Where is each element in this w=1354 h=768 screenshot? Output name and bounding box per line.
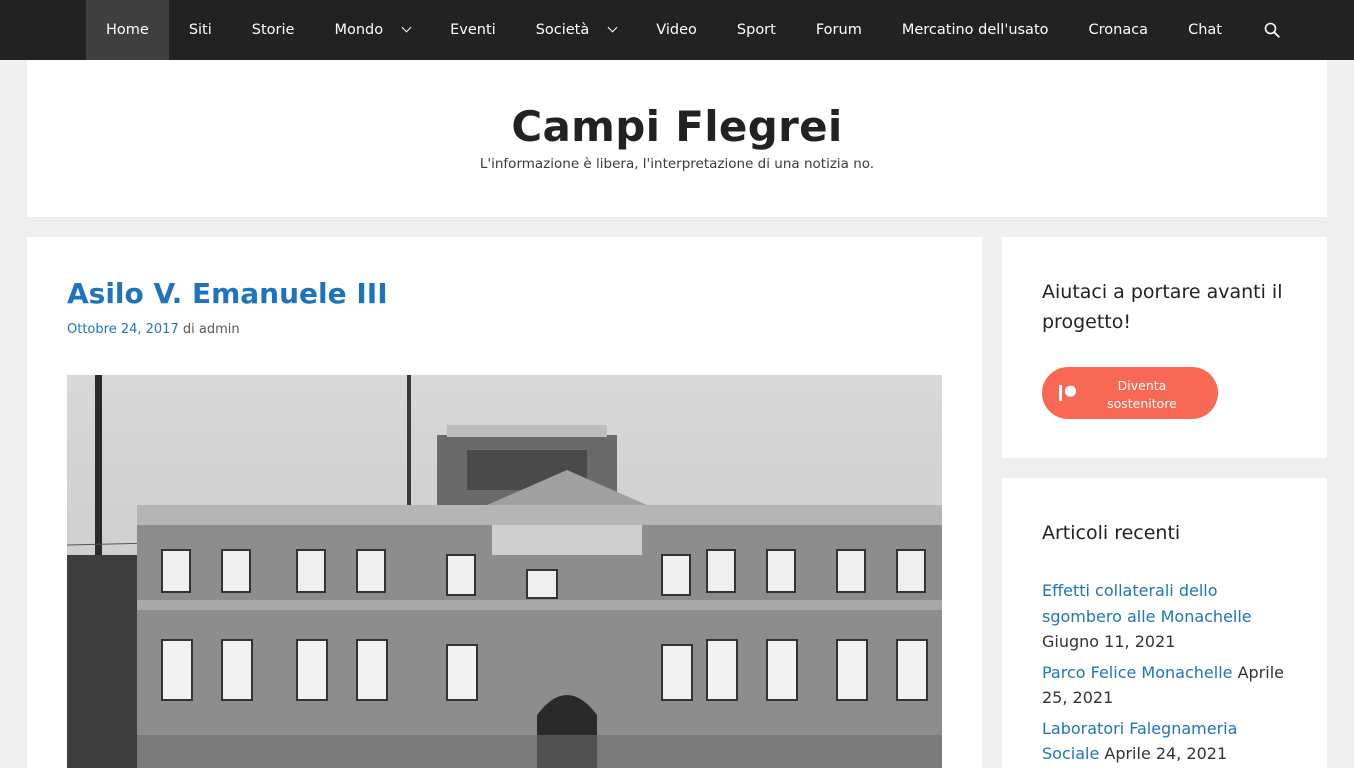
nav-item-label: Storie bbox=[251, 22, 295, 38]
top-navigation: Home Siti Storie Mondo Eventi Società Vi… bbox=[0, 0, 1354, 60]
become-supporter-button[interactable]: Diventa sostenitore bbox=[1042, 367, 1218, 419]
recent-posts-widget: Articoli recenti Effetti collaterali del… bbox=[1002, 478, 1327, 768]
nav-item-storie[interactable]: Storie bbox=[232, 0, 315, 60]
post-author-link[interactable]: admin bbox=[199, 322, 240, 337]
recent-posts-list: Effetti collaterali dello sgombero alle … bbox=[1042, 578, 1292, 768]
recent-post-link[interactable]: Effetti collaterali dello sgombero alle … bbox=[1042, 581, 1252, 626]
recent-post-date: Aprile 24, 2021 bbox=[1104, 744, 1228, 763]
nav-item-video[interactable]: Video bbox=[636, 0, 717, 60]
search-icon bbox=[1264, 22, 1280, 38]
post-by-label: di bbox=[182, 322, 195, 337]
support-widget-title: Aiutaci a portare avanti il progetto! bbox=[1042, 281, 1283, 333]
nav-item-label: Mercatino dell'usato bbox=[901, 22, 1049, 38]
nav-item-chat[interactable]: Chat bbox=[1168, 0, 1242, 60]
nav-item-mondo[interactable]: Mondo bbox=[314, 0, 430, 60]
recent-post-date: Giugno 11, 2021 bbox=[1042, 632, 1176, 651]
main-article: Asilo V. Emanuele III Ottobre 24, 2017 d… bbox=[27, 237, 982, 768]
nav-item-label: Mondo bbox=[334, 22, 384, 38]
chevron-down-icon bbox=[607, 22, 618, 33]
building-photo bbox=[67, 375, 942, 768]
nav-item-label: Home bbox=[106, 22, 149, 38]
list-item: Effetti collaterali dello sgombero alle … bbox=[1042, 578, 1292, 655]
nav-search-button[interactable] bbox=[1242, 0, 1302, 60]
post-title[interactable]: Asilo V. Emanuele III bbox=[67, 277, 388, 310]
nav-item-cronaca[interactable]: Cronaca bbox=[1069, 0, 1169, 60]
support-widget: Aiutaci a portare avanti il progetto! Di… bbox=[1002, 237, 1327, 458]
nav-item-label: Società bbox=[535, 22, 590, 38]
nav-item-sport[interactable]: Sport bbox=[717, 0, 796, 60]
post-meta: Ottobre 24, 2017 di admin bbox=[67, 322, 240, 337]
post-date-link[interactable]: Ottobre 24, 2017 bbox=[67, 322, 179, 337]
nav-item-societa[interactable]: Società bbox=[516, 0, 637, 60]
recent-post-link[interactable]: Parco Felice Monachelle bbox=[1042, 663, 1232, 682]
nav-item-forum[interactable]: Forum bbox=[796, 0, 882, 60]
nav-item-label: Sport bbox=[736, 22, 776, 38]
site-description: L'informazione è libera, l'interpretazio… bbox=[479, 156, 875, 172]
patreon-icon bbox=[1059, 385, 1077, 401]
nav-item-label: Siti bbox=[188, 22, 212, 38]
nav-item-label: Chat bbox=[1188, 22, 1222, 38]
nav-item-home[interactable]: Home bbox=[86, 0, 169, 60]
nav-item-label: Cronaca bbox=[1088, 22, 1149, 38]
nav-item-siti[interactable]: Siti bbox=[169, 0, 232, 60]
chevron-down-icon bbox=[401, 22, 412, 33]
nav-menu: Home Siti Storie Mondo Eventi Società Vi… bbox=[86, 0, 1302, 60]
nav-item-label: Video bbox=[656, 22, 697, 38]
nav-item-eventi[interactable]: Eventi bbox=[430, 0, 516, 60]
nav-item-label: Eventi bbox=[450, 22, 496, 38]
site-title[interactable]: Campi Flegrei bbox=[27, 102, 1327, 151]
nav-item-mercatino[interactable]: Mercatino dell'usato bbox=[882, 0, 1069, 60]
recent-posts-title: Articoli recenti bbox=[1042, 522, 1181, 544]
become-supporter-label: Diventa sostenitore bbox=[1107, 378, 1177, 411]
list-item: Parco Felice Monachelle Aprile 25, 2021 bbox=[1042, 660, 1292, 711]
nav-item-label: Forum bbox=[815, 22, 862, 38]
site-header: Campi Flegrei L'informazione è libera, l… bbox=[27, 60, 1327, 217]
featured-image bbox=[67, 375, 942, 768]
list-item: Laboratori Falegnameria Sociale Aprile 2… bbox=[1042, 716, 1292, 767]
